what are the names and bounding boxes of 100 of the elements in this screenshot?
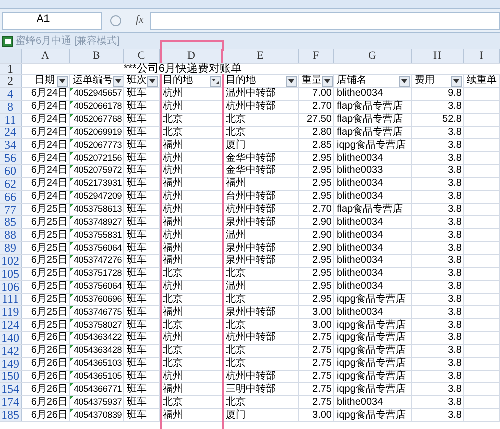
- column-header[interactable]: H: [412, 49, 464, 63]
- row-header[interactable]: 11: [0, 114, 22, 126]
- waybill-cell: 4052069919: [74, 126, 122, 138]
- column-header[interactable]: G: [334, 49, 412, 63]
- row-header[interactable]: 174: [0, 396, 22, 408]
- waybill-cell: 4054366771: [74, 384, 122, 395]
- row-header[interactable]: 149: [0, 358, 22, 370]
- column-header[interactable]: E: [223, 49, 299, 63]
- row-header[interactable]: 77: [0, 204, 22, 216]
- row-header[interactable]: 4: [0, 88, 22, 100]
- filter-dropdown-button[interactable]: [57, 76, 68, 86]
- column-header[interactable]: I: [464, 49, 500, 63]
- shop-cell: iqpg食品专营店: [337, 332, 406, 344]
- waybill-cell: 4053756064: [74, 242, 122, 254]
- weight-cell: 2.85: [312, 140, 332, 151]
- filter-dropdown-button[interactable]: [286, 76, 297, 86]
- waybill-cell: 4053747276: [74, 255, 122, 266]
- fee-cell: 3.8: [448, 101, 462, 112]
- column-header[interactable]: A: [22, 49, 70, 63]
- waybill-cell: 4052945657: [74, 88, 122, 100]
- destination-cell: 北京: [163, 345, 183, 356]
- shop-cell: blithe0034: [337, 216, 384, 228]
- shop-cell: blithe0034: [337, 306, 384, 318]
- weight-cell: 2.90: [312, 242, 332, 254]
- column-title: 日期: [35, 76, 55, 86]
- waybill-cell: 4052066178: [74, 101, 122, 112]
- row-header[interactable]: 62: [0, 178, 22, 190]
- row-header[interactable]: 56: [0, 152, 22, 164]
- destination-cell: 泉州中转部: [226, 216, 276, 228]
- row-header[interactable]: 85: [0, 216, 22, 228]
- shift-cell: 班车: [127, 216, 147, 228]
- highlight-frame-top: [160, 40, 224, 51]
- error-indicator-icon: [70, 216, 74, 220]
- row-header[interactable]: 119: [0, 306, 22, 318]
- filter-dropdown-button[interactable]: [113, 76, 123, 86]
- destination-cell: 温州: [226, 281, 246, 292]
- weight-cell: 3.00: [312, 306, 332, 318]
- row-header[interactable]: 88: [0, 229, 22, 242]
- shift-cell: 班车: [127, 332, 147, 344]
- row-header[interactable]: 106: [0, 280, 22, 292]
- error-indicator-icon: [70, 409, 74, 414]
- weight-cell: 2.90: [312, 230, 332, 241]
- weight-cell: 2.75: [312, 332, 332, 344]
- error-indicator-icon: [70, 229, 74, 234]
- waybill-cell: 4054375937: [74, 396, 122, 408]
- weight-cell: 2.75: [312, 358, 332, 370]
- fee-cell: 3.8: [448, 306, 462, 318]
- row-header[interactable]: 154: [0, 383, 22, 396]
- weight-cell: 2.70: [312, 101, 332, 112]
- row-header[interactable]: 111: [0, 294, 22, 306]
- row-header[interactable]: 8: [0, 100, 22, 113]
- error-indicator-icon: [70, 152, 74, 156]
- column-header[interactable]: B: [70, 49, 124, 63]
- row-header[interactable]: 60: [0, 165, 22, 177]
- error-indicator-icon: [70, 242, 74, 246]
- column-header[interactable]: F: [299, 49, 334, 63]
- destination-cell: 福州: [163, 178, 183, 190]
- weight-cell: 2.75: [312, 345, 332, 356]
- row-header[interactable]: 124: [0, 319, 22, 332]
- row-header[interactable]: 2: [0, 75, 22, 87]
- shift-cell: 班车: [127, 281, 147, 292]
- row-header[interactable]: 185: [0, 409, 22, 421]
- column-title: 费用: [415, 76, 435, 86]
- caret-icon: [149, 78, 156, 84]
- filter-dropdown-button[interactable]: [399, 76, 410, 86]
- fee-cell: 9.8: [448, 88, 462, 100]
- shop-cell: flap食品专营店: [337, 101, 404, 112]
- row-header[interactable]: 102: [0, 254, 22, 267]
- row-header[interactable]: 89: [0, 242, 22, 254]
- destination-cell: 福州: [226, 178, 246, 190]
- fee-cell: 3.8: [448, 152, 462, 164]
- sheet-title: ***公司6月快递费对账单: [124, 64, 242, 74]
- row-header[interactable]: 105: [0, 268, 22, 280]
- fee-cell: 3.8: [448, 242, 462, 254]
- row-header[interactable]: 34: [0, 139, 22, 152]
- column-header[interactable]: C: [124, 49, 160, 63]
- date-cell: 6月25日: [31, 204, 68, 216]
- row-header[interactable]: 66: [0, 190, 22, 203]
- shop-cell: blithe0034: [337, 191, 384, 202]
- row-header[interactable]: 150: [0, 370, 22, 382]
- filter-dropdown-button[interactable]: [147, 76, 158, 86]
- insert-function-button[interactable]: fx: [136, 12, 144, 29]
- destination-cell: 福州: [163, 242, 183, 254]
- row-header[interactable]: 142: [0, 344, 22, 357]
- destination-cell: 杭州中转部: [226, 332, 276, 344]
- destination-cell: 杭州: [163, 101, 183, 112]
- row-header[interactable]: 140: [0, 332, 22, 344]
- row-header[interactable]: 1: [0, 64, 22, 74]
- date-cell: 6月26日: [31, 396, 68, 408]
- filter-applied-button[interactable]: [210, 76, 221, 86]
- error-indicator-icon: [70, 190, 74, 195]
- filter-dropdown-button[interactable]: [322, 76, 333, 86]
- workbook-title: 蜜蜂6月中通 [兼容模式]: [16, 34, 120, 48]
- filter-dropdown-button[interactable]: [451, 76, 462, 86]
- date-cell: 6月24日: [31, 114, 68, 126]
- shop-cell: blithe0034: [337, 255, 384, 266]
- shop-cell: iqpg食品专营店: [337, 410, 406, 421]
- name-box[interactable]: A1: [2, 12, 102, 30]
- weight-cell: 2.75: [312, 396, 332, 408]
- row-header[interactable]: 24: [0, 126, 22, 138]
